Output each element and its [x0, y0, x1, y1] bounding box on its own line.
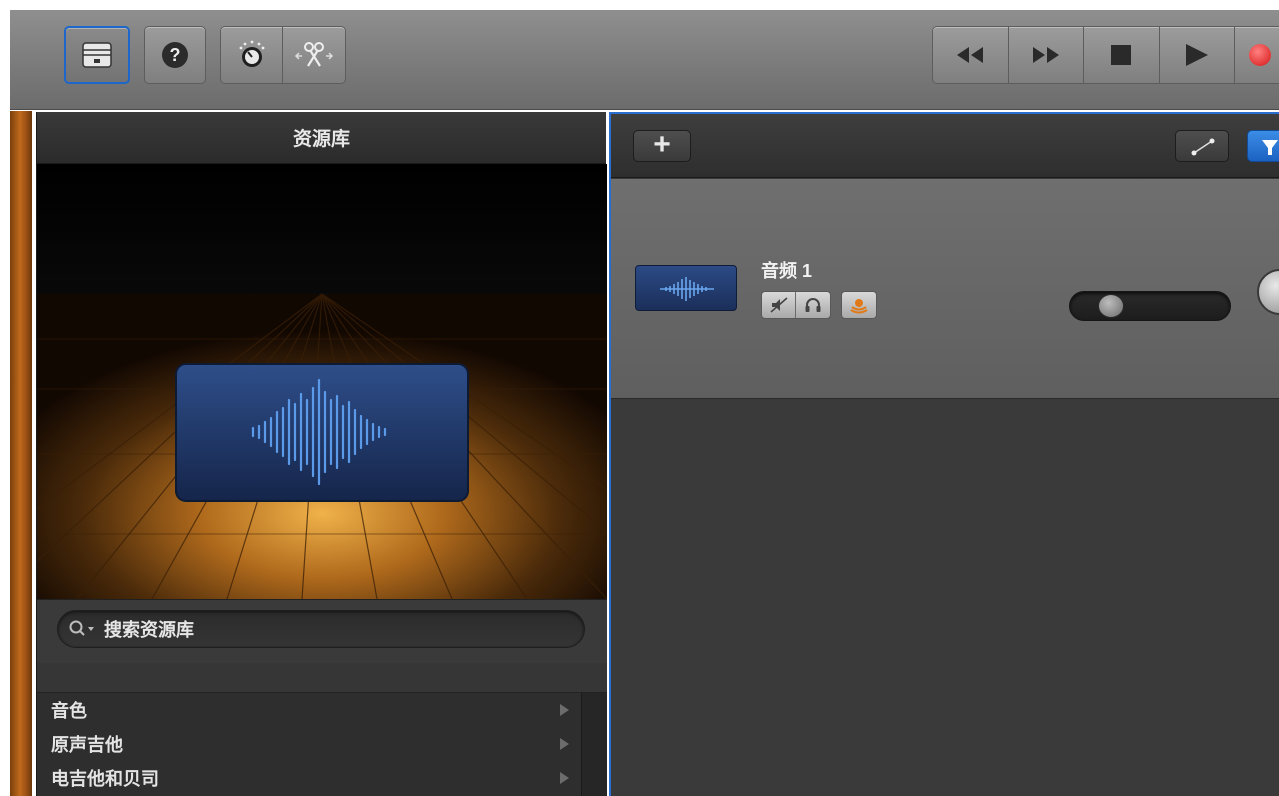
- library-search-row: 搜索资源库: [37, 599, 607, 663]
- track-header-audio-1[interactable]: 音频 1: [611, 179, 1279, 399]
- mute-solo-group: [761, 291, 831, 319]
- help-icon: ?: [162, 42, 188, 68]
- mute-icon: [769, 297, 788, 313]
- play-button[interactable]: [1160, 27, 1236, 83]
- category-item-sounds[interactable]: 音色: [37, 693, 607, 727]
- rewind-icon: [957, 47, 984, 63]
- category-list-scrollbar[interactable]: [581, 693, 607, 796]
- tracks-header: +: [611, 114, 1279, 178]
- track-filter-button[interactable]: [1247, 130, 1279, 162]
- stop-icon: [1111, 45, 1132, 65]
- library-button[interactable]: [64, 26, 130, 84]
- stop-button[interactable]: [1084, 27, 1160, 83]
- track-icon-audio: [635, 265, 737, 311]
- library-category-list: 音色 原声吉他 电吉他和贝司: [37, 693, 607, 796]
- editor-button-group: [220, 26, 346, 84]
- chevron-right-icon: [560, 738, 569, 750]
- category-item-electric-guitar-bass[interactable]: 电吉他和贝司: [37, 761, 607, 795]
- transport-controls: [932, 26, 1279, 84]
- add-track-button[interactable]: +: [633, 130, 691, 162]
- search-icon: [69, 620, 94, 636]
- headphones-icon: [805, 298, 821, 312]
- library-icon: [82, 42, 112, 68]
- library-breadcrumb-bar: [37, 663, 607, 693]
- chevron-right-icon: [560, 704, 569, 716]
- smart-controls-icon: [239, 40, 264, 67]
- category-label: 原声吉他: [51, 735, 123, 755]
- category-label: 音色: [51, 701, 87, 721]
- waveform-icon: [660, 277, 714, 301]
- fast-forward-icon: [1032, 47, 1059, 63]
- mute-button[interactable]: [762, 292, 796, 318]
- library-search-input[interactable]: 搜索资源库: [57, 610, 585, 648]
- svg-text:?: ?: [170, 45, 181, 65]
- record-icon: [1249, 44, 1272, 66]
- search-placeholder: 搜索资源库: [104, 620, 194, 640]
- chevron-right-icon: [560, 772, 569, 784]
- record-enable-icon: [850, 299, 868, 314]
- record-button[interactable]: [1235, 27, 1279, 83]
- record-enable-button[interactable]: [841, 291, 877, 319]
- track-name: 音频 1: [761, 261, 813, 281]
- tracks-area: + 音频 1: [609, 112, 1279, 796]
- library-stage-image: [37, 164, 607, 599]
- wood-edge-decoration: [10, 111, 32, 796]
- automation-icon: [1191, 138, 1215, 156]
- solo-button[interactable]: [796, 292, 830, 318]
- volume-slider-knob[interactable]: [1098, 294, 1124, 318]
- volume-slider[interactable]: [1069, 291, 1231, 321]
- scissors-icon: [294, 42, 334, 67]
- automation-button[interactable]: [1175, 130, 1229, 162]
- fast-forward-button[interactable]: [1009, 27, 1085, 83]
- library-panel: 资源库 搜索资源库 音色 原声吉他 电吉他和贝司: [36, 112, 607, 796]
- help-button[interactable]: ?: [144, 26, 206, 84]
- pan-knob[interactable]: [1257, 269, 1279, 315]
- rewind-button[interactable]: [933, 27, 1009, 83]
- smart-controls-button[interactable]: [221, 27, 283, 83]
- category-item-acoustic-guitar[interactable]: 原声吉他: [37, 727, 607, 761]
- filter-icon: [1262, 140, 1278, 155]
- main-toolbar: ?: [10, 10, 1279, 110]
- play-icon: [1185, 44, 1208, 66]
- category-label: 电吉他和贝司: [51, 769, 159, 789]
- editors-button[interactable]: [283, 27, 345, 83]
- library-title: 资源库: [37, 112, 606, 164]
